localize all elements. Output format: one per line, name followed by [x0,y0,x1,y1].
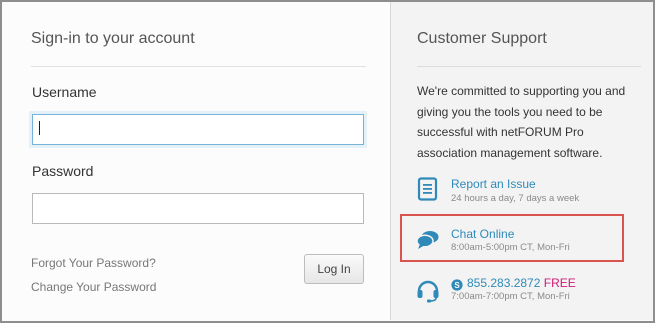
username-input[interactable] [32,114,364,145]
phone-number: 855.283.2872 [467,276,541,290]
customer-support-pane: Customer Support We're committed to supp… [391,2,653,320]
free-badge: FREE [543,276,576,290]
username-label: Username [32,84,97,100]
document-icon [417,177,439,206]
text-caret [39,121,40,135]
password-input[interactable] [32,193,364,224]
phone-hours: 7:00am-7:00pm CT, Mon-Fri [451,291,570,302]
password-label: Password [32,163,94,179]
support-divider [417,66,641,67]
change-password-link[interactable]: Change Your Password [31,280,156,294]
support-description: We're committed to supporting you and gi… [417,84,626,160]
svg-text:S: S [454,281,460,290]
forgot-password-link[interactable]: Forgot Your Password? [31,256,156,270]
support-phone[interactable]: 855.283.2872 FREE [467,276,576,290]
sign-in-divider [31,66,366,67]
headset-icon [416,277,440,308]
chat-online-highlight [400,214,624,262]
report-issue-link[interactable]: Report an Issue [451,177,536,191]
customer-support-title: Customer Support [417,30,547,47]
log-in-button[interactable]: Log In [304,254,364,284]
sign-in-title: Sign-in to your account [31,30,195,47]
report-issue-hours: 24 hours a day, 7 days a week [451,193,580,204]
